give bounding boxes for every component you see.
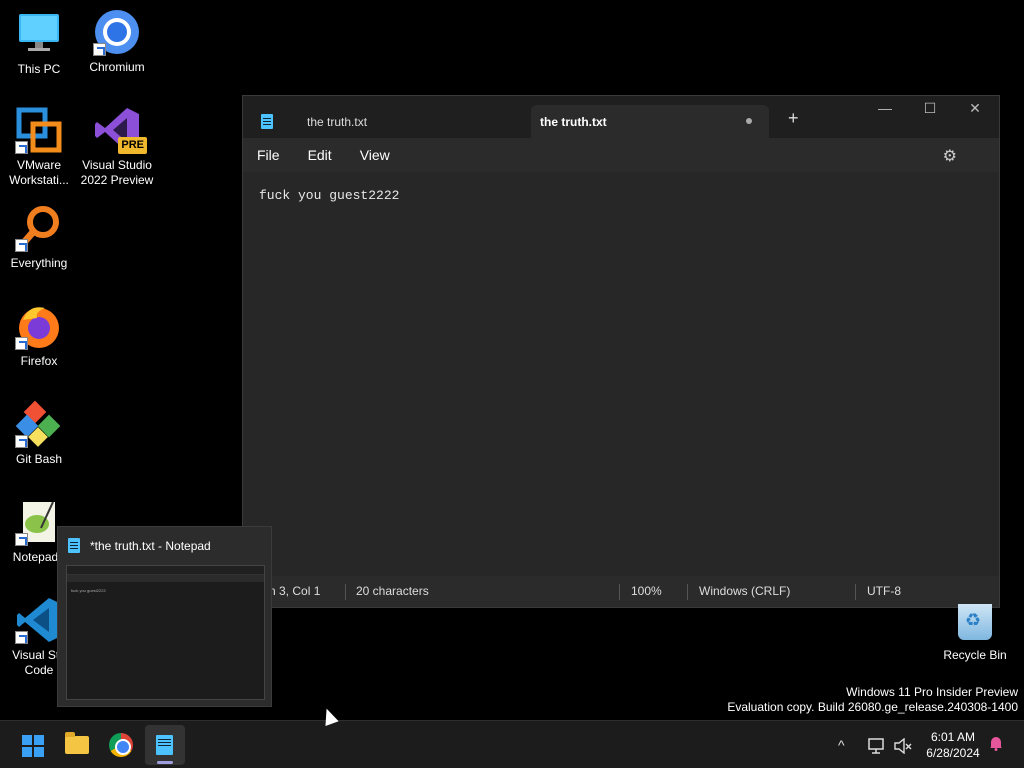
notepad-icon — [261, 114, 273, 129]
volume-muted-icon[interactable] — [894, 721, 912, 768]
notepad-plus-icon — [15, 498, 63, 546]
shortcut-arrow-icon — [15, 631, 28, 644]
maximize-button[interactable]: ☐ — [910, 100, 950, 117]
tab-the-truth-1[interactable]: the truth.txt — [251, 105, 531, 138]
new-tab-button[interactable]: + — [788, 108, 799, 129]
status-divider — [687, 584, 688, 600]
shortcut-arrow-icon — [15, 337, 28, 350]
taskbar-thumbnail-preview[interactable]: *the truth.txt - Notepad fuck you guest2… — [57, 526, 272, 707]
notepad-icon — [68, 538, 80, 553]
notification-bell-icon[interactable] — [988, 735, 1004, 751]
git-bash-icon — [15, 400, 63, 448]
recycle-bin-icon — [958, 604, 992, 640]
tab-label: the truth.txt — [307, 114, 368, 129]
status-divider — [619, 584, 620, 600]
preview-menubar — [67, 575, 264, 582]
status-character-count: 20 characters — [356, 584, 429, 598]
windows-watermark: Windows 11 Pro Insider Preview Evaluatio… — [727, 685, 1018, 715]
tab-label: the truth.txt — [540, 114, 607, 129]
magnifier-icon — [15, 204, 63, 252]
preview-text: fuck you guest2222 — [71, 588, 106, 593]
desktop-icon-label: VMware Workstati... — [9, 158, 69, 187]
desktop-icon-firefox[interactable]: Firefox — [0, 302, 78, 369]
menu-file[interactable]: File — [257, 147, 280, 163]
watermark-edition: Windows 11 Pro Insider Preview — [846, 685, 1018, 699]
thumbnail-title: *the truth.txt - Notepad — [90, 538, 211, 553]
shortcut-arrow-icon — [15, 533, 28, 546]
desktop-icon-everything[interactable]: Everything — [0, 204, 78, 271]
status-line-ending[interactable]: Windows (CRLF) — [699, 576, 790, 607]
desktop-icon-git-bash[interactable]: Git Bash — [0, 400, 78, 467]
folder-icon — [65, 732, 89, 754]
tab-the-truth-2[interactable]: the truth.txt — [531, 105, 769, 138]
chromium-icon — [109, 733, 133, 757]
firefox-icon — [15, 302, 63, 350]
notepad-icon — [156, 735, 173, 755]
shortcut-arrow-icon — [93, 43, 106, 56]
menu-edit[interactable]: Edit — [308, 147, 332, 163]
menu-view[interactable]: View — [360, 147, 390, 163]
network-icon[interactable] — [868, 721, 886, 768]
watermark-build: Evaluation copy. Build 26080.ge_release.… — [727, 700, 1018, 714]
desktop-icon-label: Everything — [10, 256, 68, 270]
status-zoom[interactable]: 100% — [631, 576, 662, 607]
desktop-icon-label: Git Bash — [15, 452, 63, 466]
clock-time: 6:01 AM — [930, 730, 976, 744]
unsaved-dot-icon[interactable] — [746, 118, 752, 124]
status-bar: n 3, Col 1 20 characters 100% Windows (C… — [243, 576, 999, 607]
menu-bar: File Edit View ⚙ — [243, 138, 999, 172]
start-button[interactable] — [12, 725, 52, 765]
taskbar-chromium[interactable] — [101, 725, 141, 765]
desktop-icon-visual-studio[interactable]: PRE Visual Studio 2022 Preview — [78, 106, 156, 188]
chromium-icon — [93, 8, 141, 56]
status-divider — [855, 584, 856, 600]
gear-icon[interactable]: ⚙ — [943, 146, 957, 166]
shortcut-arrow-icon — [15, 435, 28, 448]
system-clock[interactable]: 6:01 AM 6/28/2024 — [918, 729, 988, 761]
desktop-icon-label: Visual Studio 2022 Preview — [80, 158, 154, 187]
shortcut-arrow-icon — [15, 239, 28, 252]
status-encoding[interactable]: UTF-8 — [867, 576, 901, 607]
thumbnail-window-preview[interactable]: fuck you guest2222 — [66, 565, 265, 700]
close-button[interactable]: ✕ — [955, 100, 995, 117]
editor-content: fuck you guest2222 — [259, 188, 400, 203]
visual-studio-icon: PRE — [93, 106, 147, 154]
windows-logo-icon — [22, 735, 44, 757]
preview-titlebar — [67, 566, 264, 575]
thumbnail-title-row: *the truth.txt - Notepad — [68, 538, 211, 553]
clock-date: 6/28/2024 — [926, 746, 980, 760]
taskbar-notepad[interactable] — [145, 725, 185, 765]
desktop-icon-label: Recycle Bin — [943, 648, 1007, 662]
taskbar: ^ 6:01 AM 6/28/2024 — [0, 720, 1024, 768]
desktop-icon-chromium[interactable]: Chromium — [78, 8, 156, 75]
monitor-icon — [15, 10, 63, 58]
notepad-window[interactable]: the truth.txt the truth.txt + — ☐ ✕ File… — [242, 95, 1000, 608]
desktop-icon-vmware[interactable]: VMware Workstati... — [0, 106, 78, 188]
desktop-icon-this-pc[interactable]: This PC — [0, 10, 78, 77]
tray-overflow-chevron[interactable]: ^ — [838, 721, 845, 768]
title-bar[interactable]: the truth.txt the truth.txt + — ☐ ✕ — [243, 96, 999, 138]
minimize-button[interactable]: — — [865, 100, 905, 116]
desktop-icon-label: This PC — [17, 62, 61, 76]
text-editor[interactable]: fuck you guest2222 — [243, 172, 999, 578]
preview-badge: PRE — [118, 137, 147, 154]
desktop-icon-recycle-bin[interactable]: Recycle Bin — [937, 604, 1013, 662]
desktop-icon-label: Firefox — [20, 354, 58, 368]
status-cursor-position: n 3, Col 1 — [269, 584, 321, 598]
shortcut-arrow-icon — [15, 141, 28, 154]
status-divider — [345, 584, 346, 600]
vmware-icon — [15, 106, 63, 154]
desktop-icon-label: Chromium — [89, 60, 145, 74]
vscode-icon — [15, 596, 63, 644]
taskbar-file-explorer[interactable] — [57, 725, 97, 765]
